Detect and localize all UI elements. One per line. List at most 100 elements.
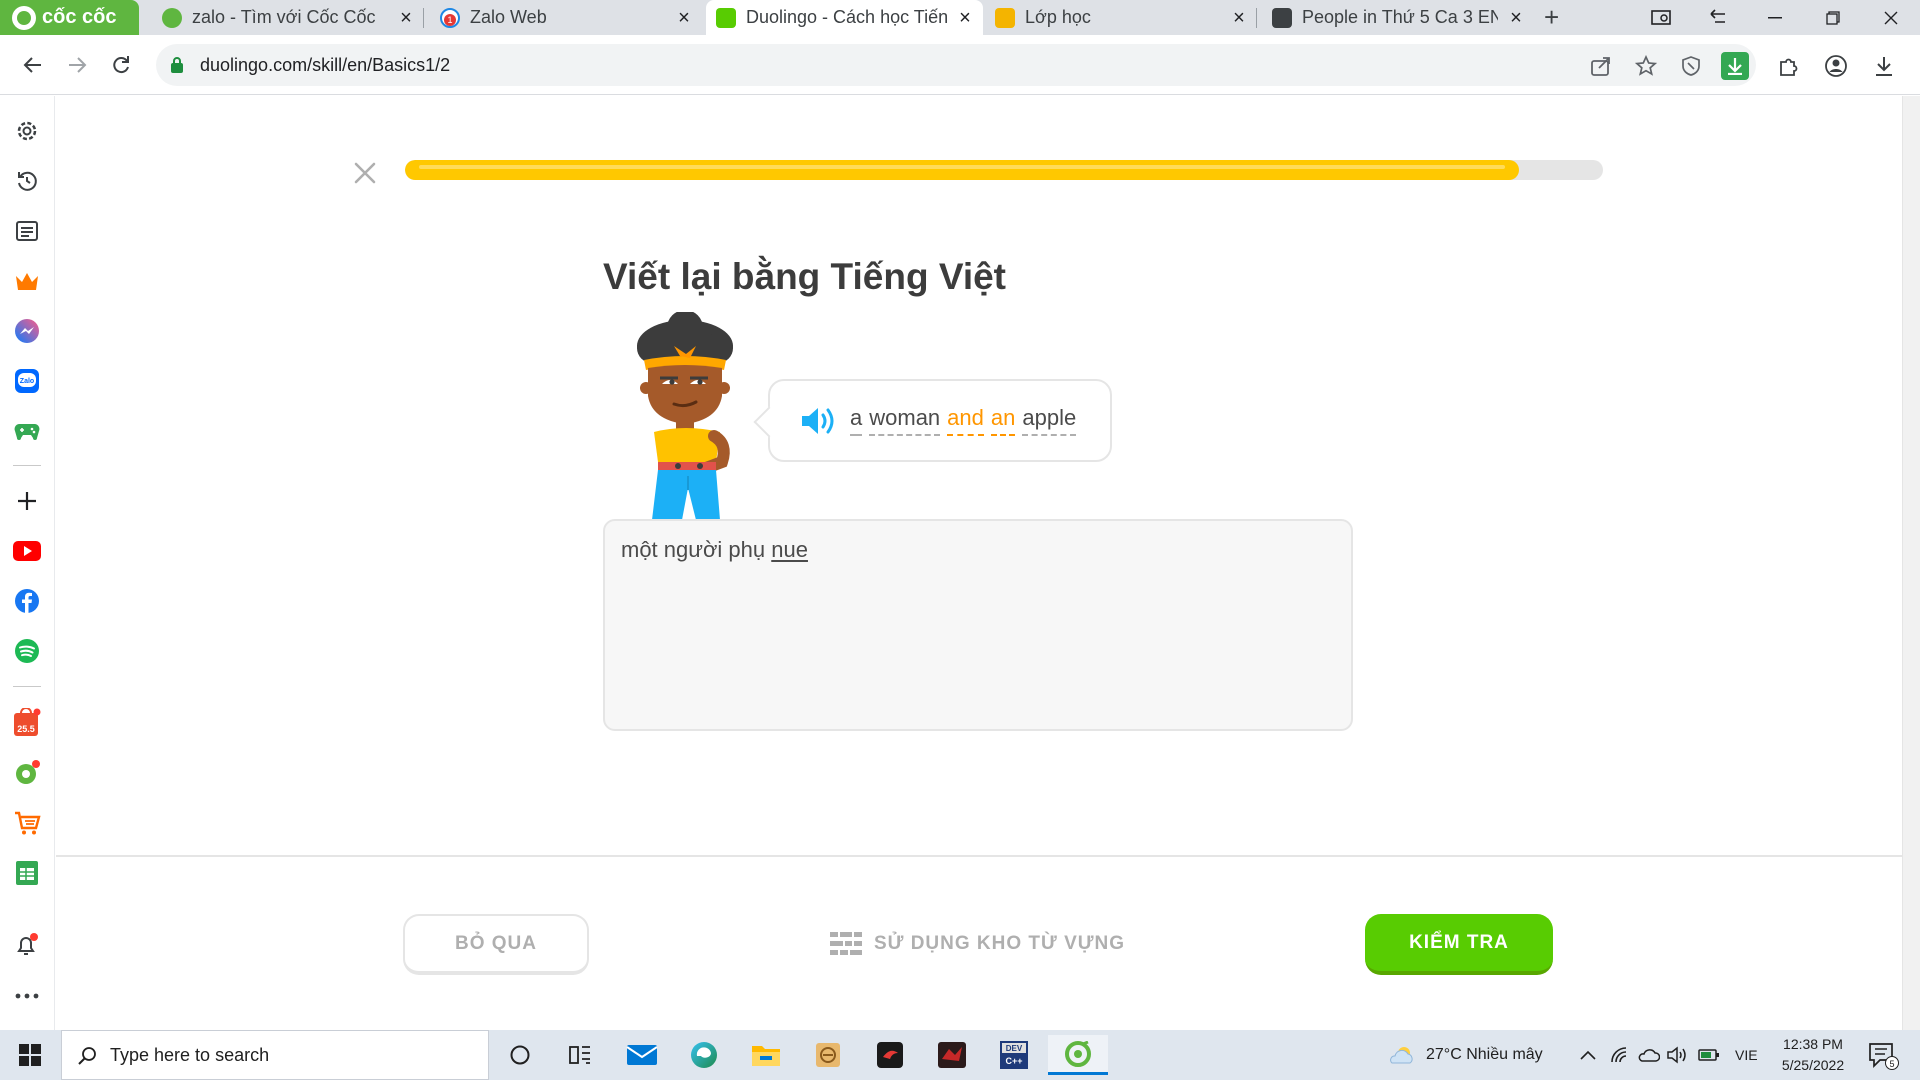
garena-icon[interactable] (862, 1035, 918, 1075)
brand-label: cốc cốc (42, 6, 117, 28)
spotify-icon[interactable] (12, 636, 42, 666)
back-arrow-icon[interactable] (13, 45, 53, 85)
onedrive-cloud-icon[interactable] (1638, 1030, 1660, 1080)
downloads-icon[interactable] (1871, 53, 1897, 79)
sidebar-divider (13, 465, 41, 466)
close-tab-icon[interactable]: × (1506, 8, 1526, 28)
close-window-icon[interactable] (1868, 0, 1914, 35)
notification-count: 5 (1889, 1059, 1894, 1069)
file-explorer-icon[interactable] (738, 1035, 794, 1075)
minimize-icon[interactable] (1752, 0, 1798, 35)
tab-title: zalo - Tìm với Cốc Cốc (192, 7, 376, 27)
extensions-puzzle-icon[interactable] (1776, 53, 1802, 79)
archive-icon[interactable] (800, 1035, 856, 1075)
add-icon[interactable] (12, 486, 42, 516)
clock-date: 5/25/2022 (1781, 1057, 1845, 1073)
task-view-icon[interactable] (552, 1035, 608, 1075)
facebook-icon[interactable] (12, 586, 42, 616)
secure-lock-icon (171, 57, 183, 73)
back-history-icon[interactable] (1695, 0, 1741, 35)
show-hidden-icons-chevron-icon[interactable] (1580, 1030, 1596, 1080)
bell-icon[interactable] (12, 930, 42, 960)
new-tab-button[interactable]: + (1538, 0, 1574, 35)
coccoc-browser-icon[interactable] (1048, 1035, 1108, 1075)
sentence-word-new[interactable]: an (990, 405, 1016, 436)
taskbar-search-box[interactable]: Type here to search (61, 1030, 489, 1080)
close-tab-icon[interactable]: × (396, 8, 416, 28)
svg-text:Zalo: Zalo (20, 378, 34, 385)
coccoc-brand-button[interactable]: cốc cốc (0, 0, 139, 35)
speaker-icon[interactable] (800, 405, 838, 437)
check-button[interactable]: KIỂM TRA (1365, 914, 1553, 975)
notification-badge: 1 (444, 13, 456, 26)
shopping-icon[interactable]: 25.5 (12, 708, 42, 738)
shopping-badge-text: 25.5 (17, 724, 35, 734)
sentence-word[interactable]: a (850, 405, 863, 436)
battery-icon[interactable] (1698, 1030, 1720, 1080)
tab-search-icon[interactable] (1639, 0, 1685, 35)
reload-icon[interactable] (101, 45, 141, 85)
sheets-icon[interactable] (12, 858, 42, 888)
youtube-icon[interactable] (12, 536, 42, 566)
savior-download-icon[interactable] (1721, 52, 1749, 80)
settings-icon[interactable] (12, 116, 42, 146)
mail-icon[interactable] (614, 1035, 670, 1075)
bookmark-star-icon[interactable] (1633, 53, 1659, 79)
lesson-progress-bar (405, 160, 1603, 180)
volume-icon[interactable] (1666, 1030, 1688, 1080)
zalo-icon[interactable]: Zalo (12, 366, 42, 396)
tab-zalo-web[interactable]: 1 Zalo Web × (430, 0, 702, 35)
answer-textarea[interactable]: một người phụ nue (603, 519, 1353, 731)
forward-arrow-icon[interactable] (57, 45, 97, 85)
sentence-word-new[interactable]: and (947, 405, 984, 436)
weather-widget[interactable]: 27°C Nhiều mây (1388, 1030, 1543, 1080)
character-illustration (637, 312, 733, 520)
game-icon[interactable] (924, 1035, 980, 1075)
sentence-word[interactable]: apple (1022, 405, 1077, 436)
address-bar[interactable]: duolingo.com/skill/en/Basics1/2 (156, 44, 1756, 86)
windows-taskbar: Type here to search DEV C++ 27°C Nhiều mâ… (0, 1030, 1920, 1080)
page-scrollbar[interactable] (1902, 96, 1920, 1030)
share-icon[interactable] (1588, 53, 1614, 79)
coccoc-logo-icon (12, 5, 36, 30)
tab-people[interactable]: People in Thứ 5 Ca 3 ENT1 × (1262, 0, 1534, 35)
windows-start-icon[interactable] (0, 1030, 60, 1080)
skip-button[interactable]: BỎ QUA (403, 914, 589, 975)
tab-title: Lớp học (1025, 7, 1091, 27)
weather-text: 27°C Nhiều mây (1426, 1046, 1543, 1063)
sentence-word[interactable]: woman (869, 405, 941, 436)
close-tab-icon[interactable]: × (1229, 8, 1249, 28)
crown-icon[interactable] (12, 266, 42, 296)
shield-icon[interactable] (1678, 53, 1704, 79)
taskbar-clock[interactable]: 12:38 PM 5/25/2022 (1768, 1034, 1858, 1076)
input-language-indicator[interactable]: VIE (1735, 1030, 1758, 1080)
action-center-icon[interactable]: 5 (1866, 1030, 1900, 1080)
close-tab-icon[interactable]: × (955, 8, 975, 28)
cortana-icon[interactable] (492, 1035, 548, 1075)
progress-fill (405, 160, 1520, 180)
history-icon[interactable] (12, 166, 42, 196)
close-lesson-icon[interactable] (350, 158, 380, 188)
sentence-speech-bubble: a woman and an apple (768, 379, 1112, 462)
tab-lop-hoc[interactable]: Lớp học × (985, 0, 1257, 35)
devcpp-icon[interactable]: DEV C++ (986, 1035, 1042, 1075)
wifi-icon[interactable] (1610, 1030, 1630, 1080)
reading-list-icon[interactable] (12, 216, 42, 246)
answer-typo-word: nue (771, 537, 808, 562)
close-tab-icon[interactable]: × (674, 8, 694, 28)
url-text: duolingo.com/skill/en/Basics1/2 (200, 54, 451, 75)
restore-icon[interactable] (1810, 0, 1856, 35)
edge-icon[interactable] (676, 1035, 732, 1075)
messenger-icon[interactable] (12, 316, 42, 346)
tab-title: People in Thứ 5 Ca 3 ENT1 (1302, 7, 1498, 27)
tab-zalo-search[interactable]: zalo - Tìm với Cốc Cốc × (152, 0, 424, 35)
tab-duolingo[interactable]: Duolingo - Cách học Tiếng × (706, 0, 983, 35)
profile-avatar-icon[interactable] (1823, 53, 1849, 79)
browser-toolbar: duolingo.com/skill/en/Basics1/2 (0, 35, 1920, 95)
use-word-bank-button[interactable]: SỬ DỤNG KHO TỪ VỰNG (830, 932, 1125, 956)
tab-separator (423, 8, 424, 28)
cart-icon[interactable] (12, 808, 42, 838)
coccoc-icon[interactable] (12, 758, 42, 788)
more-icon[interactable] (12, 981, 42, 1011)
gamepad-icon[interactable] (12, 416, 42, 446)
